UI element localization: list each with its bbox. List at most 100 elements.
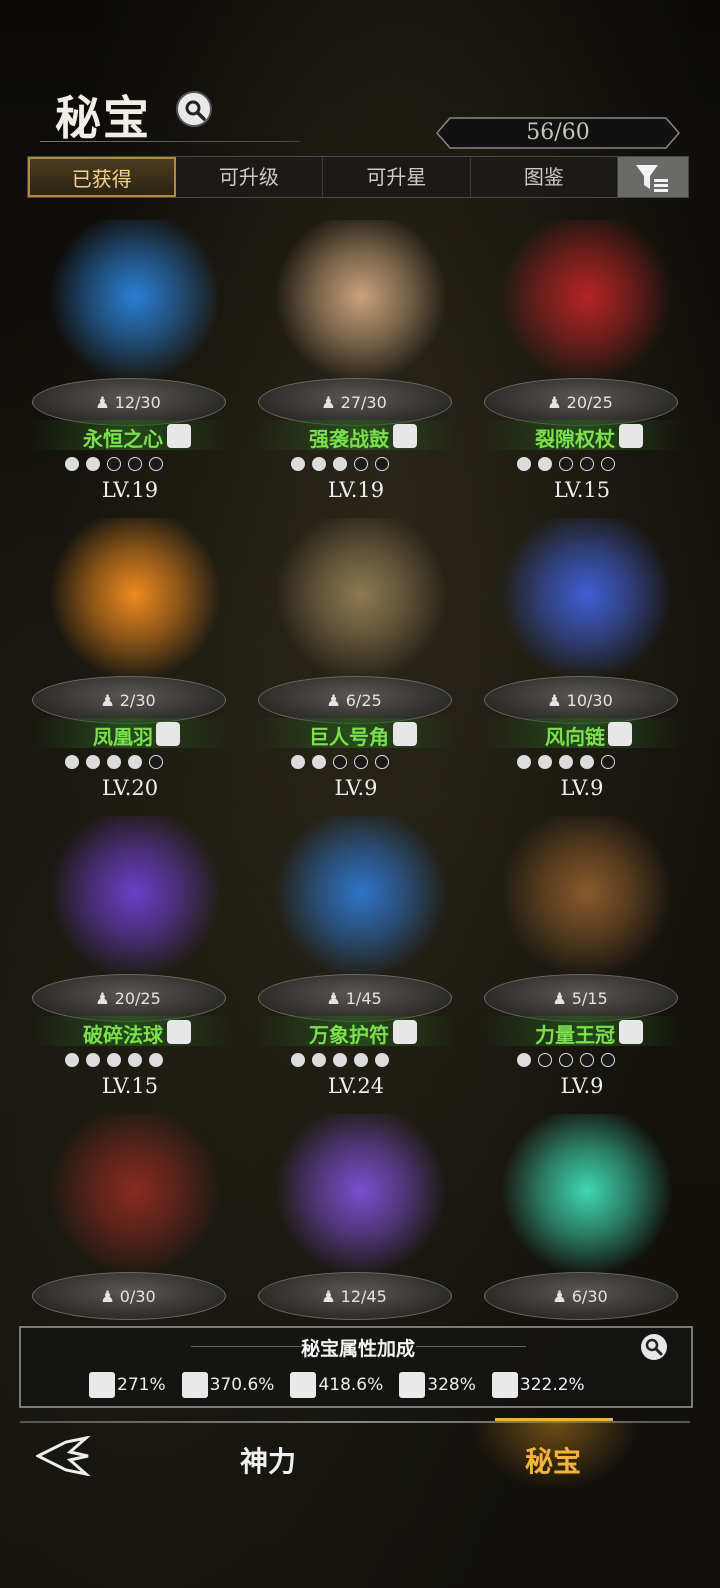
star-empty-icon <box>128 457 142 471</box>
bonus-title: 秘宝属性加成 <box>300 1338 415 1360</box>
star-filled-icon <box>312 1053 326 1067</box>
star-filled-icon <box>538 457 552 471</box>
fragment-count: ♟ 6/30 <box>552 1287 608 1306</box>
tab-upgradable[interactable]: 可升级 <box>176 157 324 197</box>
star-rating <box>65 1053 163 1069</box>
boot-icon <box>167 1020 191 1044</box>
fist-icon <box>156 722 180 746</box>
star-filled-icon <box>128 755 142 769</box>
back-icon[interactable] <box>34 1435 92 1477</box>
treasure-card[interactable]: ♟ 10/30 风向链 LV.9 <box>472 508 702 800</box>
fist-icon <box>608 722 632 746</box>
treasure-card[interactable]: ♟ 20/25 裂隙权杖 LV.15 <box>472 210 702 502</box>
star-filled-icon <box>149 1053 163 1067</box>
star-filled-icon <box>107 755 121 769</box>
bonus-stat-value: 418.6% <box>318 1375 384 1395</box>
star-empty-icon <box>559 1053 573 1067</box>
star-filled-icon <box>86 1053 100 1067</box>
boot-icon <box>399 1372 426 1398</box>
tab-obtained[interactable]: 已获得 <box>28 157 176 197</box>
treasure-art <box>276 816 446 986</box>
treasure-name: 破碎法球 <box>83 1023 163 1047</box>
treasure-name: 永恒之心 <box>83 427 163 451</box>
treasure-card[interactable]: ♟ 27/30 强袭战鼓 LV.19 <box>246 210 476 502</box>
swirl-icon <box>167 424 191 448</box>
star-filled-icon <box>375 1053 389 1067</box>
star-rating <box>65 457 163 473</box>
star-empty-icon <box>601 457 615 471</box>
star-empty-icon <box>149 457 163 471</box>
treasure-name: 力量王冠 <box>535 1023 615 1047</box>
treasure-level: LV.9 <box>560 1074 604 1098</box>
treasure-art <box>502 220 672 390</box>
star-rating <box>517 457 615 473</box>
fragment-count: ♟ 20/25 <box>547 393 613 412</box>
star-empty-icon <box>333 755 347 769</box>
treasure-name: 凤凰羽 <box>93 725 153 749</box>
star-rating <box>291 457 389 473</box>
tab-star-up[interactable]: 可升星 <box>323 157 471 197</box>
star-empty-icon <box>538 1053 552 1067</box>
treasure-art <box>50 1114 220 1284</box>
treasure-card[interactable]: ♟ 2/30 凤凰羽 LV.20 <box>20 508 250 800</box>
star-filled-icon <box>333 1053 347 1067</box>
star-rating <box>517 1053 615 1069</box>
nav-active-indicator <box>495 1418 613 1421</box>
bonus-stat-value: 271% <box>117 1375 166 1395</box>
bonus-stat-value: 328% <box>427 1375 476 1395</box>
star-filled-icon <box>65 1053 79 1067</box>
star-filled-icon <box>538 755 552 769</box>
star-empty-icon <box>559 457 573 471</box>
treasure-card[interactable]: ♟ 1/45 万象护符 LV.24 <box>246 806 476 1098</box>
treasure-name: 裂隙权杖 <box>535 427 615 451</box>
star-empty-icon <box>149 755 163 769</box>
treasure-name: 风向链 <box>545 725 605 749</box>
treasure-art <box>50 220 220 390</box>
treasure-name: 巨人号角 <box>309 725 389 749</box>
treasure-card[interactable]: ♟ 20/25 破碎法球 LV.15 <box>20 806 250 1098</box>
treasure-name: 万象护符 <box>309 1023 389 1047</box>
star-filled-icon <box>107 1053 121 1067</box>
star-empty-icon <box>354 755 368 769</box>
heart-hand-icon <box>491 1372 518 1398</box>
star-filled-icon <box>86 457 100 471</box>
treasure-card[interactable]: ♟ 12/30 永恒之心 LV.19 <box>20 210 250 502</box>
treasure-level: LV.9 <box>334 776 378 800</box>
star-rating <box>517 755 615 771</box>
treasure-art <box>276 1114 446 1284</box>
treasure-card[interactable]: ♟ 5/15 力量王冠 LV.9 <box>472 806 702 1098</box>
star-empty-icon <box>375 755 389 769</box>
star-filled-icon <box>517 457 531 471</box>
swirl-icon <box>393 424 417 448</box>
star-rating <box>65 755 163 771</box>
boot-icon <box>393 1020 417 1044</box>
star-empty-icon <box>601 1053 615 1067</box>
bonus-search-icon[interactable] <box>641 1334 667 1360</box>
title-divider <box>40 141 300 142</box>
treasure-art <box>502 1114 672 1284</box>
treasure-card[interactable]: ♟ 6/25 巨人号角 LV.9 <box>246 508 476 800</box>
treasure-art <box>276 220 446 390</box>
heart-hand-icon <box>619 424 643 448</box>
fist-icon <box>181 1372 208 1398</box>
fragment-count: ♟ 2/30 <box>100 691 156 710</box>
collection-counter: 56/60 <box>436 117 680 149</box>
filter-tabs: 已获得 可升级 可升星 图鉴 <box>27 156 689 198</box>
swirl-icon <box>619 1020 643 1044</box>
fragment-count: ♟ 27/30 <box>321 393 387 412</box>
treasure-art <box>502 518 672 688</box>
fragment-count: ♟ 6/25 <box>326 691 382 710</box>
treasure-level: LV.15 <box>101 1074 159 1098</box>
bonus-stat: 370.6% <box>181 1372 274 1398</box>
tab-codex[interactable]: 图鉴 <box>471 157 619 197</box>
star-filled-icon <box>291 1053 305 1067</box>
nav-divine-power[interactable]: 神力 <box>240 1440 296 1480</box>
search-icon[interactable] <box>176 91 212 127</box>
star-filled-icon <box>312 457 326 471</box>
star-rating <box>291 1053 389 1069</box>
filter-icon[interactable] <box>618 157 688 197</box>
treasure-art <box>276 518 446 688</box>
swirl-icon <box>290 1372 317 1398</box>
nav-treasure[interactable]: 秘宝 <box>525 1440 581 1480</box>
panel-line-right <box>416 1346 526 1347</box>
